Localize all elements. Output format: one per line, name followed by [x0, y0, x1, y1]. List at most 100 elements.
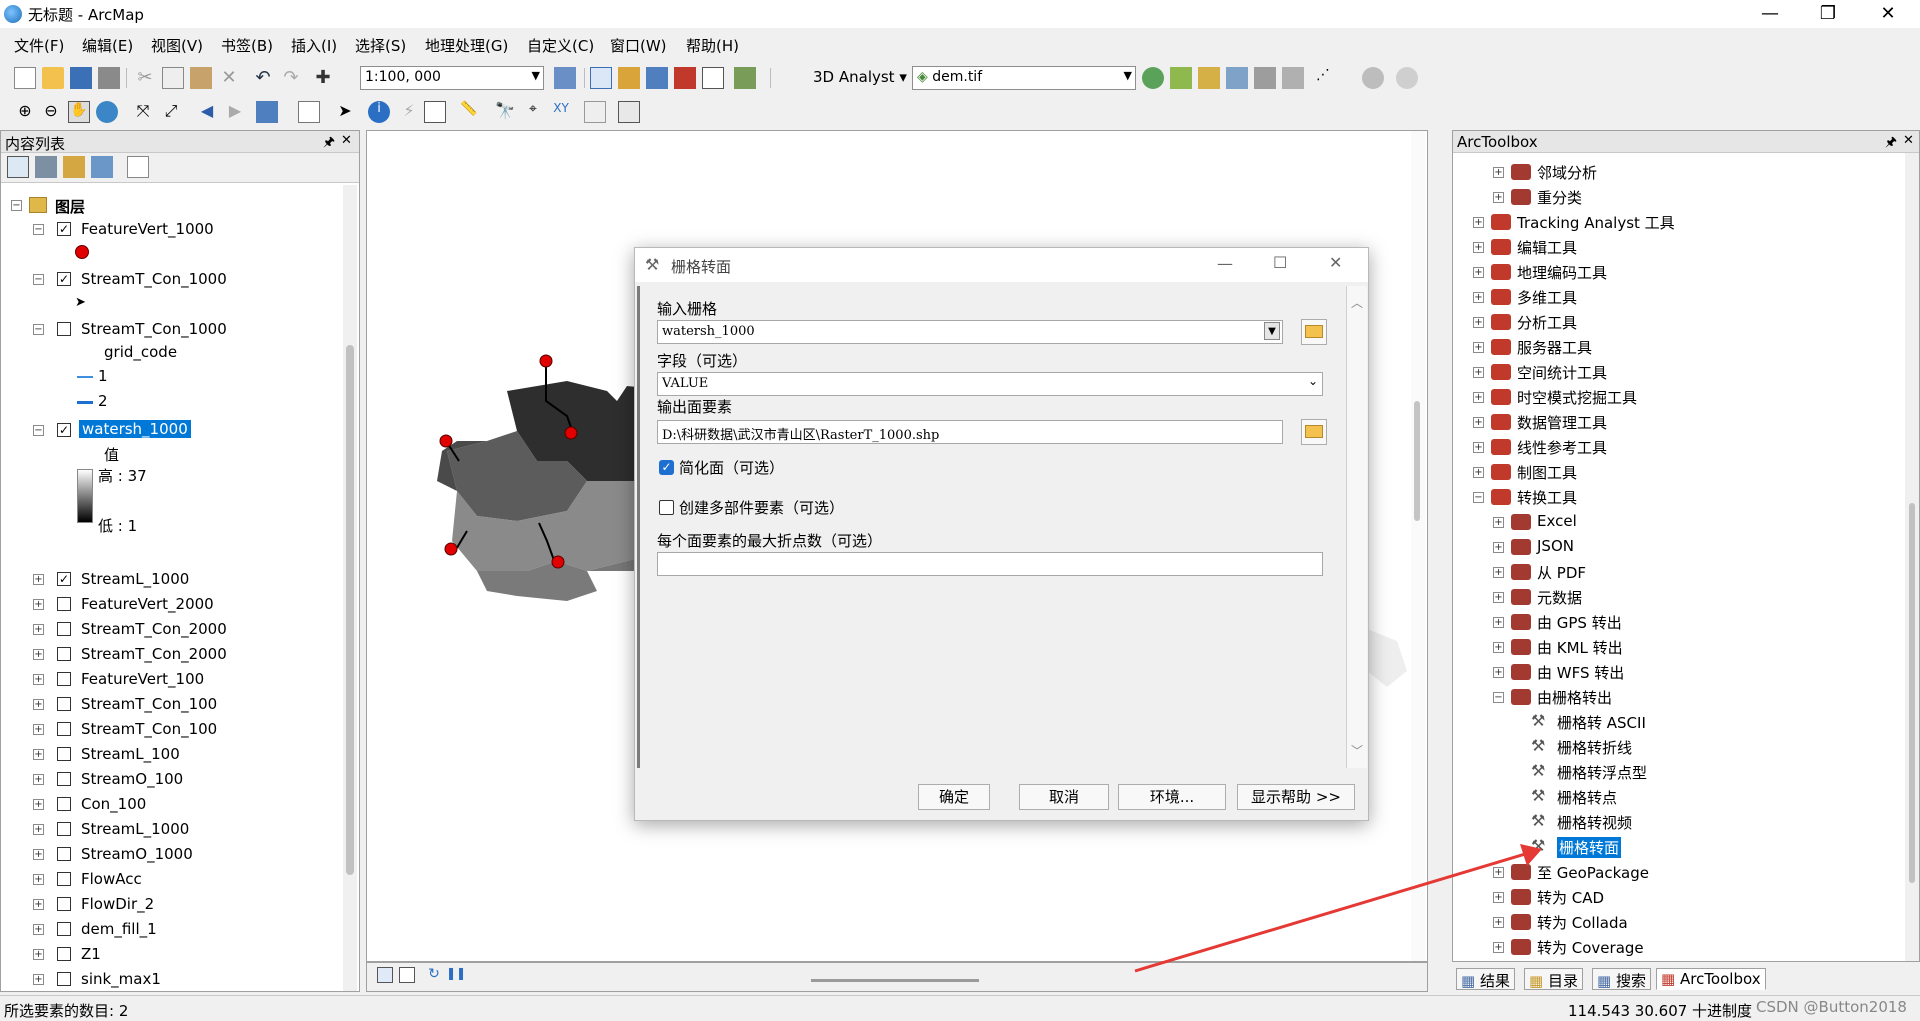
catalog-icon[interactable]: [618, 67, 640, 89]
paste-icon[interactable]: [190, 67, 212, 89]
profile-graph-icon[interactable]: ⋰: [1312, 67, 1334, 89]
collapse-icon[interactable]: −: [33, 324, 44, 335]
expand-icon[interactable]: +: [1473, 242, 1484, 253]
list-by-selection-icon[interactable]: [91, 156, 113, 178]
expand-icon[interactable]: +: [1493, 617, 1504, 628]
menu-help[interactable]: 帮助(H): [686, 35, 739, 56]
open-folder-icon[interactable]: [42, 67, 64, 89]
create-viewer-icon[interactable]: [618, 101, 640, 123]
raster-layer-combo[interactable]: ◈ dem.tif ▼: [912, 66, 1136, 90]
pin-icon[interactable]: 🖈: [1885, 133, 1897, 155]
go-back-icon[interactable]: ◀: [196, 101, 218, 123]
measure-icon[interactable]: 📏: [458, 101, 480, 123]
scroll-up-icon[interactable]: ︿: [1351, 294, 1363, 311]
close-window-button[interactable]: ✕: [1860, 0, 1916, 28]
horizontal-scroll-thumb[interactable]: [811, 979, 979, 982]
layer-visibility-checkbox[interactable]: [57, 622, 71, 636]
new-document-icon[interactable]: [14, 67, 36, 89]
expand-icon[interactable]: +: [33, 849, 44, 860]
arctoolbox-icon[interactable]: [674, 67, 696, 89]
dialog-maximize-button[interactable]: ☐: [1273, 253, 1287, 272]
arcscene-icon[interactable]: [1362, 67, 1384, 89]
menu-view[interactable]: 视图(V): [151, 35, 203, 56]
expand-icon[interactable]: +: [1493, 542, 1504, 553]
dialog-minimize-button[interactable]: —: [1217, 254, 1233, 273]
hyperlink-icon[interactable]: ⚡: [398, 101, 420, 123]
collapse-icon[interactable]: −: [1493, 692, 1504, 703]
go-forward-icon[interactable]: ▶: [224, 101, 246, 123]
field-select[interactable]: VALUE ⌄: [657, 372, 1323, 396]
expand-icon[interactable]: +: [33, 949, 44, 960]
expand-icon[interactable]: +: [33, 699, 44, 710]
save-icon[interactable]: [70, 67, 92, 89]
layer-visibility-checkbox[interactable]: ✓: [57, 572, 71, 586]
close-panel-icon[interactable]: ✕: [1903, 133, 1914, 148]
options-icon[interactable]: [127, 156, 149, 178]
expand-icon[interactable]: +: [1473, 417, 1484, 428]
layer-visibility-checkbox[interactable]: ✓: [57, 423, 71, 437]
ok-button[interactable]: 确定: [918, 784, 990, 810]
dialog-title-bar[interactable]: ⚒ 栅格转面 — ☐ ✕: [635, 248, 1368, 282]
layer-visibility-checkbox[interactable]: [57, 922, 71, 936]
layer-visibility-checkbox[interactable]: [57, 947, 71, 961]
menu-geoprocessing[interactable]: 地理处理(G): [425, 35, 508, 56]
menu-window[interactable]: 窗口(W): [610, 35, 667, 56]
expand-icon[interactable]: +: [33, 649, 44, 660]
expand-icon[interactable]: +: [33, 799, 44, 810]
expand-icon[interactable]: +: [1473, 317, 1484, 328]
find-route-icon[interactable]: ⌖: [522, 101, 544, 123]
interpolate-polygon-icon[interactable]: [1282, 67, 1304, 89]
fixed-zoom-out-icon[interactable]: ⤢: [160, 101, 182, 123]
expand-icon[interactable]: +: [33, 599, 44, 610]
fixed-zoom-in-icon[interactable]: ⤧: [132, 101, 154, 123]
select-elements-icon[interactable]: ➤: [334, 101, 356, 123]
expand-icon[interactable]: +: [1473, 467, 1484, 478]
browse-output-button[interactable]: [1301, 419, 1327, 445]
data-view-icon[interactable]: [377, 967, 393, 983]
undo-icon[interactable]: ↶: [252, 67, 274, 89]
expand-icon[interactable]: +: [33, 624, 44, 635]
menu-customize[interactable]: 自定义(C): [527, 35, 594, 56]
layer-visibility-checkbox[interactable]: [57, 897, 71, 911]
layer-visibility-checkbox[interactable]: [57, 722, 71, 736]
layer-visibility-checkbox[interactable]: [57, 972, 71, 986]
identify-icon[interactable]: i: [368, 101, 390, 123]
expand-icon[interactable]: +: [33, 724, 44, 735]
collapse-icon[interactable]: −: [11, 200, 22, 211]
steepest-path-icon[interactable]: [1170, 67, 1192, 89]
copy-icon[interactable]: [162, 67, 184, 89]
arcglobe-icon[interactable]: [1396, 67, 1418, 89]
find-icon[interactable]: 🔭: [494, 101, 516, 123]
layer-visibility-checkbox[interactable]: [57, 672, 71, 686]
expand-icon[interactable]: +: [1493, 592, 1504, 603]
tab-search[interactable]: ▦ 搜索: [1592, 968, 1651, 990]
toc-scrollbar[interactable]: [343, 185, 357, 991]
menu-insert[interactable]: 插入(I): [291, 35, 337, 56]
layer-visibility-checkbox[interactable]: [57, 647, 71, 661]
table-of-contents-icon[interactable]: [590, 67, 612, 89]
restore-button[interactable]: ❐: [1800, 0, 1856, 28]
3d-analyst-menu[interactable]: 3D Analyst ▾: [813, 68, 907, 86]
html-popup-icon[interactable]: [424, 101, 446, 123]
cancel-button[interactable]: 取消: [1019, 784, 1109, 810]
close-panel-icon[interactable]: ✕: [341, 133, 352, 148]
layer-visibility-checkbox[interactable]: [57, 747, 71, 761]
expand-icon[interactable]: +: [1473, 267, 1484, 278]
zoom-in-icon[interactable]: ⊕: [14, 101, 36, 123]
expand-icon[interactable]: +: [33, 824, 44, 835]
collapse-icon[interactable]: −: [1473, 492, 1484, 503]
contour-icon[interactable]: [1142, 67, 1164, 89]
collapse-icon[interactable]: −: [33, 224, 44, 235]
expand-icon[interactable]: +: [1493, 167, 1504, 178]
toolbox-scroll-thumb[interactable]: [1909, 503, 1915, 883]
model-builder-icon[interactable]: [734, 67, 756, 89]
expand-icon[interactable]: +: [1473, 392, 1484, 403]
show-help-button[interactable]: 显示帮助 >>: [1237, 784, 1355, 810]
multipart-checkbox[interactable]: [659, 500, 674, 515]
layer-visibility-checkbox[interactable]: [57, 322, 71, 336]
expand-icon[interactable]: +: [1473, 442, 1484, 453]
toolbox-scrollbar[interactable]: [1905, 153, 1919, 961]
expand-icon[interactable]: +: [33, 574, 44, 585]
cut-icon[interactable]: ✂: [134, 67, 156, 89]
interpolate-point-icon[interactable]: [1226, 67, 1248, 89]
